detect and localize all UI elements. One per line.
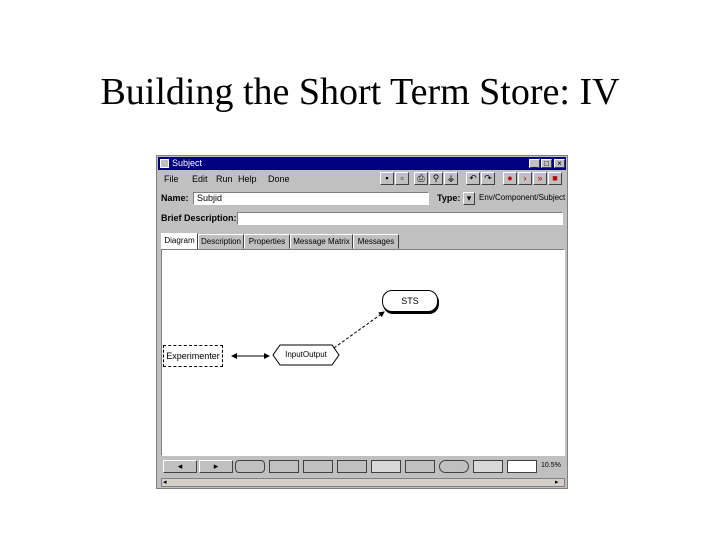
zoom-icon[interactable]: ⚶: [444, 172, 458, 185]
menu-done[interactable]: Done: [268, 174, 290, 184]
open-icon[interactable]: ▫: [395, 172, 409, 185]
brief-description-field[interactable]: [237, 212, 563, 225]
type-label: Type:: [437, 193, 461, 203]
play-icon[interactable]: ›: [518, 172, 532, 185]
minimize-icon[interactable]: _: [529, 159, 540, 168]
experimenter-label: Experimenter: [166, 351, 220, 361]
palette-gray-box-icon[interactable]: [473, 460, 503, 473]
scroll-right-icon[interactable]: ▸: [555, 479, 563, 486]
inputoutput-node[interactable]: InputOutput: [280, 345, 332, 365]
window-system-icon[interactable]: [160, 159, 169, 168]
brief-row: Brief Description:: [161, 212, 563, 226]
close-icon[interactable]: ×: [554, 159, 565, 168]
tab-message-matrix[interactable]: Message Matrix: [290, 234, 353, 249]
palette-scroll-right-icon[interactable]: ▸: [199, 460, 233, 473]
experimenter-node[interactable]: Experimenter: [163, 345, 223, 367]
palette-scroll-left-icon[interactable]: ◂: [163, 460, 197, 473]
scroll-left-icon[interactable]: ◂: [163, 479, 171, 486]
menubar: File Edit Run Help Done ▪ ▫ ⎙ ⚲ ⚶ ↶ ↷ ● …: [158, 171, 566, 188]
find-icon[interactable]: ⚲: [429, 172, 443, 185]
stop-icon[interactable]: ■: [548, 172, 562, 185]
brief-description-label: Brief Description:: [161, 213, 237, 223]
subject-window: Subject _ □ × File Edit Run Help Done ▪ …: [156, 155, 568, 489]
slide-title: Building the Short Term Store: IV: [100, 71, 620, 113]
window-titlebar: Subject _ □ ×: [158, 157, 566, 170]
type-dropdown-icon[interactable]: ▾: [463, 192, 475, 205]
save-icon[interactable]: ▪: [380, 172, 394, 185]
tab-description[interactable]: Description: [198, 234, 244, 249]
tab-properties[interactable]: Properties: [244, 234, 290, 249]
name-row: Name: Subjid Type: ▾ Env/Component/Subje…: [161, 192, 566, 206]
palette-hex-icon[interactable]: [405, 460, 435, 473]
io-sts-connector: [333, 311, 385, 349]
menu-edit[interactable]: Edit: [192, 174, 208, 184]
palette-oval-icon[interactable]: [439, 460, 469, 473]
diagram-canvas[interactable]: Experimenter InputOutput STS: [161, 249, 565, 456]
palette-square-icon[interactable]: [337, 460, 367, 473]
window-title: Subject: [172, 158, 203, 168]
inputoutput-label: InputOutput: [285, 350, 327, 359]
sts-label: STS: [401, 296, 419, 306]
palette-zoom-value: 10.5%: [541, 462, 561, 469]
name-label: Name:: [161, 193, 189, 203]
palette-white-rect-icon[interactable]: [507, 460, 537, 473]
record-icon[interactable]: ●: [503, 172, 517, 185]
undo-icon[interactable]: ↶: [466, 172, 480, 185]
redo-icon[interactable]: ↷: [481, 172, 495, 185]
fast-forward-icon[interactable]: »: [533, 172, 547, 185]
tab-diagram[interactable]: Diagram: [161, 233, 198, 250]
menu-file[interactable]: File: [164, 174, 179, 184]
palette-gray-rect-icon[interactable]: [371, 460, 401, 473]
tab-messages[interactable]: Messages: [353, 234, 399, 249]
maximize-icon[interactable]: □: [541, 159, 552, 168]
palette-rect-icon[interactable]: [269, 460, 299, 473]
menu-help[interactable]: Help: [238, 174, 257, 184]
horizontal-scrollbar[interactable]: ◂ ▸: [161, 478, 565, 487]
name-field[interactable]: Subjid: [193, 192, 429, 205]
palette-box-icon[interactable]: [303, 460, 333, 473]
palette-rounded-rect-icon[interactable]: [235, 460, 265, 473]
sts-node[interactable]: STS: [382, 290, 438, 312]
print-icon[interactable]: ⎙: [414, 172, 428, 185]
shape-palette: ◂ ▸ 10.5%: [161, 457, 565, 476]
type-value: Env/Component/Subject: [479, 193, 566, 202]
menu-run[interactable]: Run: [216, 174, 233, 184]
